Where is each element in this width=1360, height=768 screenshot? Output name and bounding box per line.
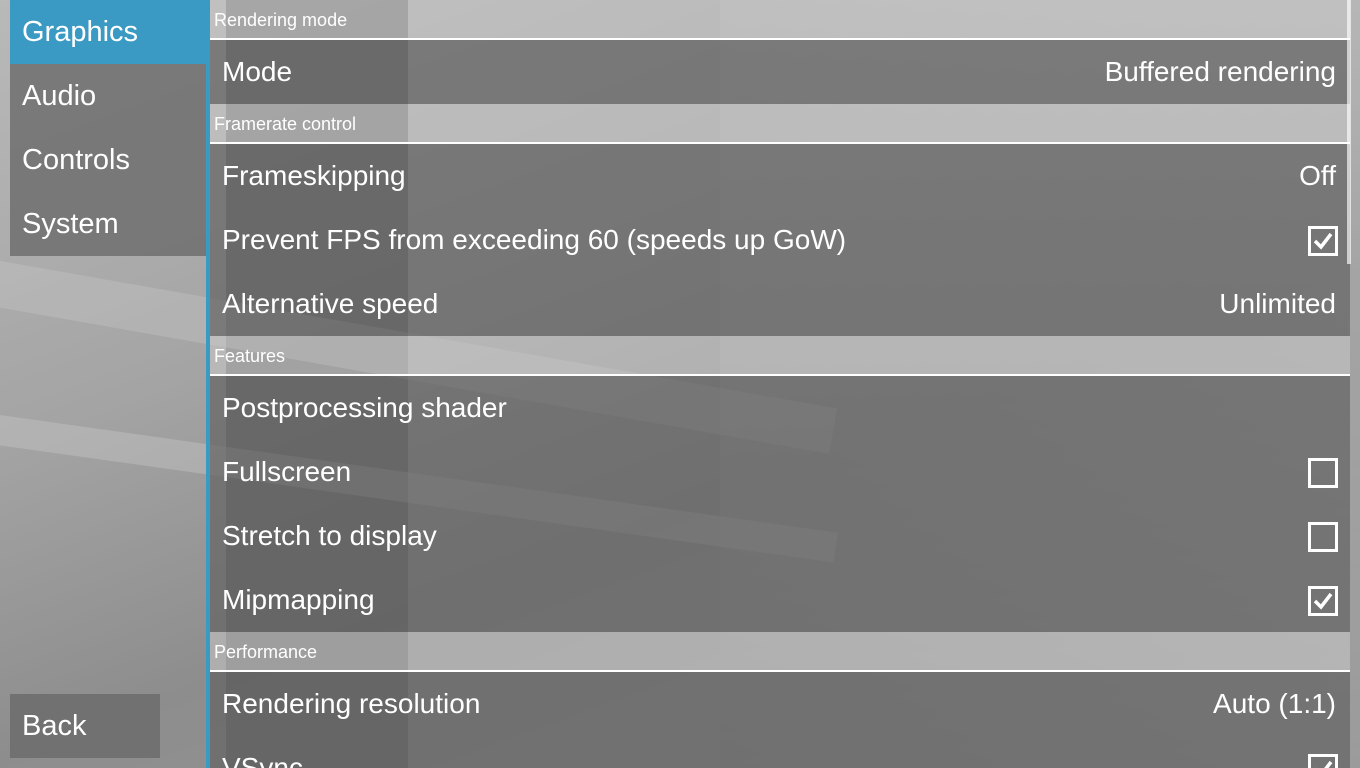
checkbox-prevent-fps[interactable]: [1308, 226, 1338, 256]
setting-label: VSync: [222, 752, 303, 768]
setting-row-mode[interactable]: Mode Buffered rendering: [210, 40, 1350, 104]
checkmark-icon: [1313, 592, 1333, 610]
section-header-features: Features: [210, 336, 1350, 376]
setting-row-mipmapping[interactable]: Mipmapping: [210, 568, 1350, 632]
scrollbar[interactable]: [1347, 0, 1351, 264]
section-header-rendering-mode: Rendering mode: [210, 0, 1350, 40]
setting-row-postprocessing-shader[interactable]: Postprocessing shader: [210, 376, 1350, 440]
tab-audio[interactable]: Audio: [10, 64, 206, 128]
checkbox-mipmapping[interactable]: [1308, 586, 1338, 616]
setting-label: Alternative speed: [222, 288, 439, 319]
checkbox-vsync[interactable]: [1308, 754, 1338, 768]
section-header-framerate-control: Framerate control: [210, 104, 1350, 144]
graphics-settings-list: Rendering mode Mode Buffered rendering F…: [210, 0, 1350, 768]
tab-system[interactable]: System: [10, 192, 206, 256]
setting-label: Stretch to display: [222, 520, 437, 551]
settings-screen: Graphics Audio Controls System Back Rend…: [0, 0, 1360, 768]
setting-label: Prevent FPS from exceeding 60 (speeds up…: [222, 224, 847, 255]
setting-label: Mipmapping: [222, 584, 375, 615]
checkmark-icon: [1313, 232, 1333, 250]
setting-row-rendering-resolution[interactable]: Rendering resolution Auto (1:1): [210, 672, 1350, 736]
setting-value: Unlimited: [1219, 288, 1336, 319]
setting-row-frameskipping[interactable]: Frameskipping Off: [210, 144, 1350, 208]
checkmark-icon: [1316, 760, 1333, 768]
settings-category-tabs: Graphics Audio Controls System: [10, 0, 206, 256]
setting-row-prevent-fps[interactable]: Prevent FPS from exceeding 60 (speeds up…: [210, 208, 1350, 272]
setting-value: Buffered rendering: [1104, 56, 1336, 87]
setting-value: Off: [1299, 160, 1336, 191]
setting-label: Mode: [222, 56, 293, 87]
checkbox-fullscreen[interactable]: [1308, 458, 1338, 488]
setting-row-fullscreen[interactable]: Fullscreen: [210, 440, 1350, 504]
setting-label: Fullscreen: [222, 456, 352, 487]
back-button[interactable]: Back: [10, 694, 160, 758]
tab-graphics[interactable]: Graphics: [10, 0, 206, 64]
setting-row-stretch-to-display[interactable]: Stretch to display: [210, 504, 1350, 568]
setting-row-vsync[interactable]: VSync: [210, 736, 1350, 768]
tab-controls[interactable]: Controls: [10, 128, 206, 192]
setting-label: Rendering resolution: [222, 688, 481, 719]
setting-label: Frameskipping: [222, 160, 406, 191]
checkbox-stretch-to-display[interactable]: [1308, 522, 1338, 552]
setting-value: Auto (1:1): [1213, 688, 1336, 719]
setting-row-alternative-speed[interactable]: Alternative speed Unlimited: [210, 272, 1350, 336]
section-header-performance: Performance: [210, 632, 1350, 672]
setting-label: Postprocessing shader: [222, 392, 507, 423]
